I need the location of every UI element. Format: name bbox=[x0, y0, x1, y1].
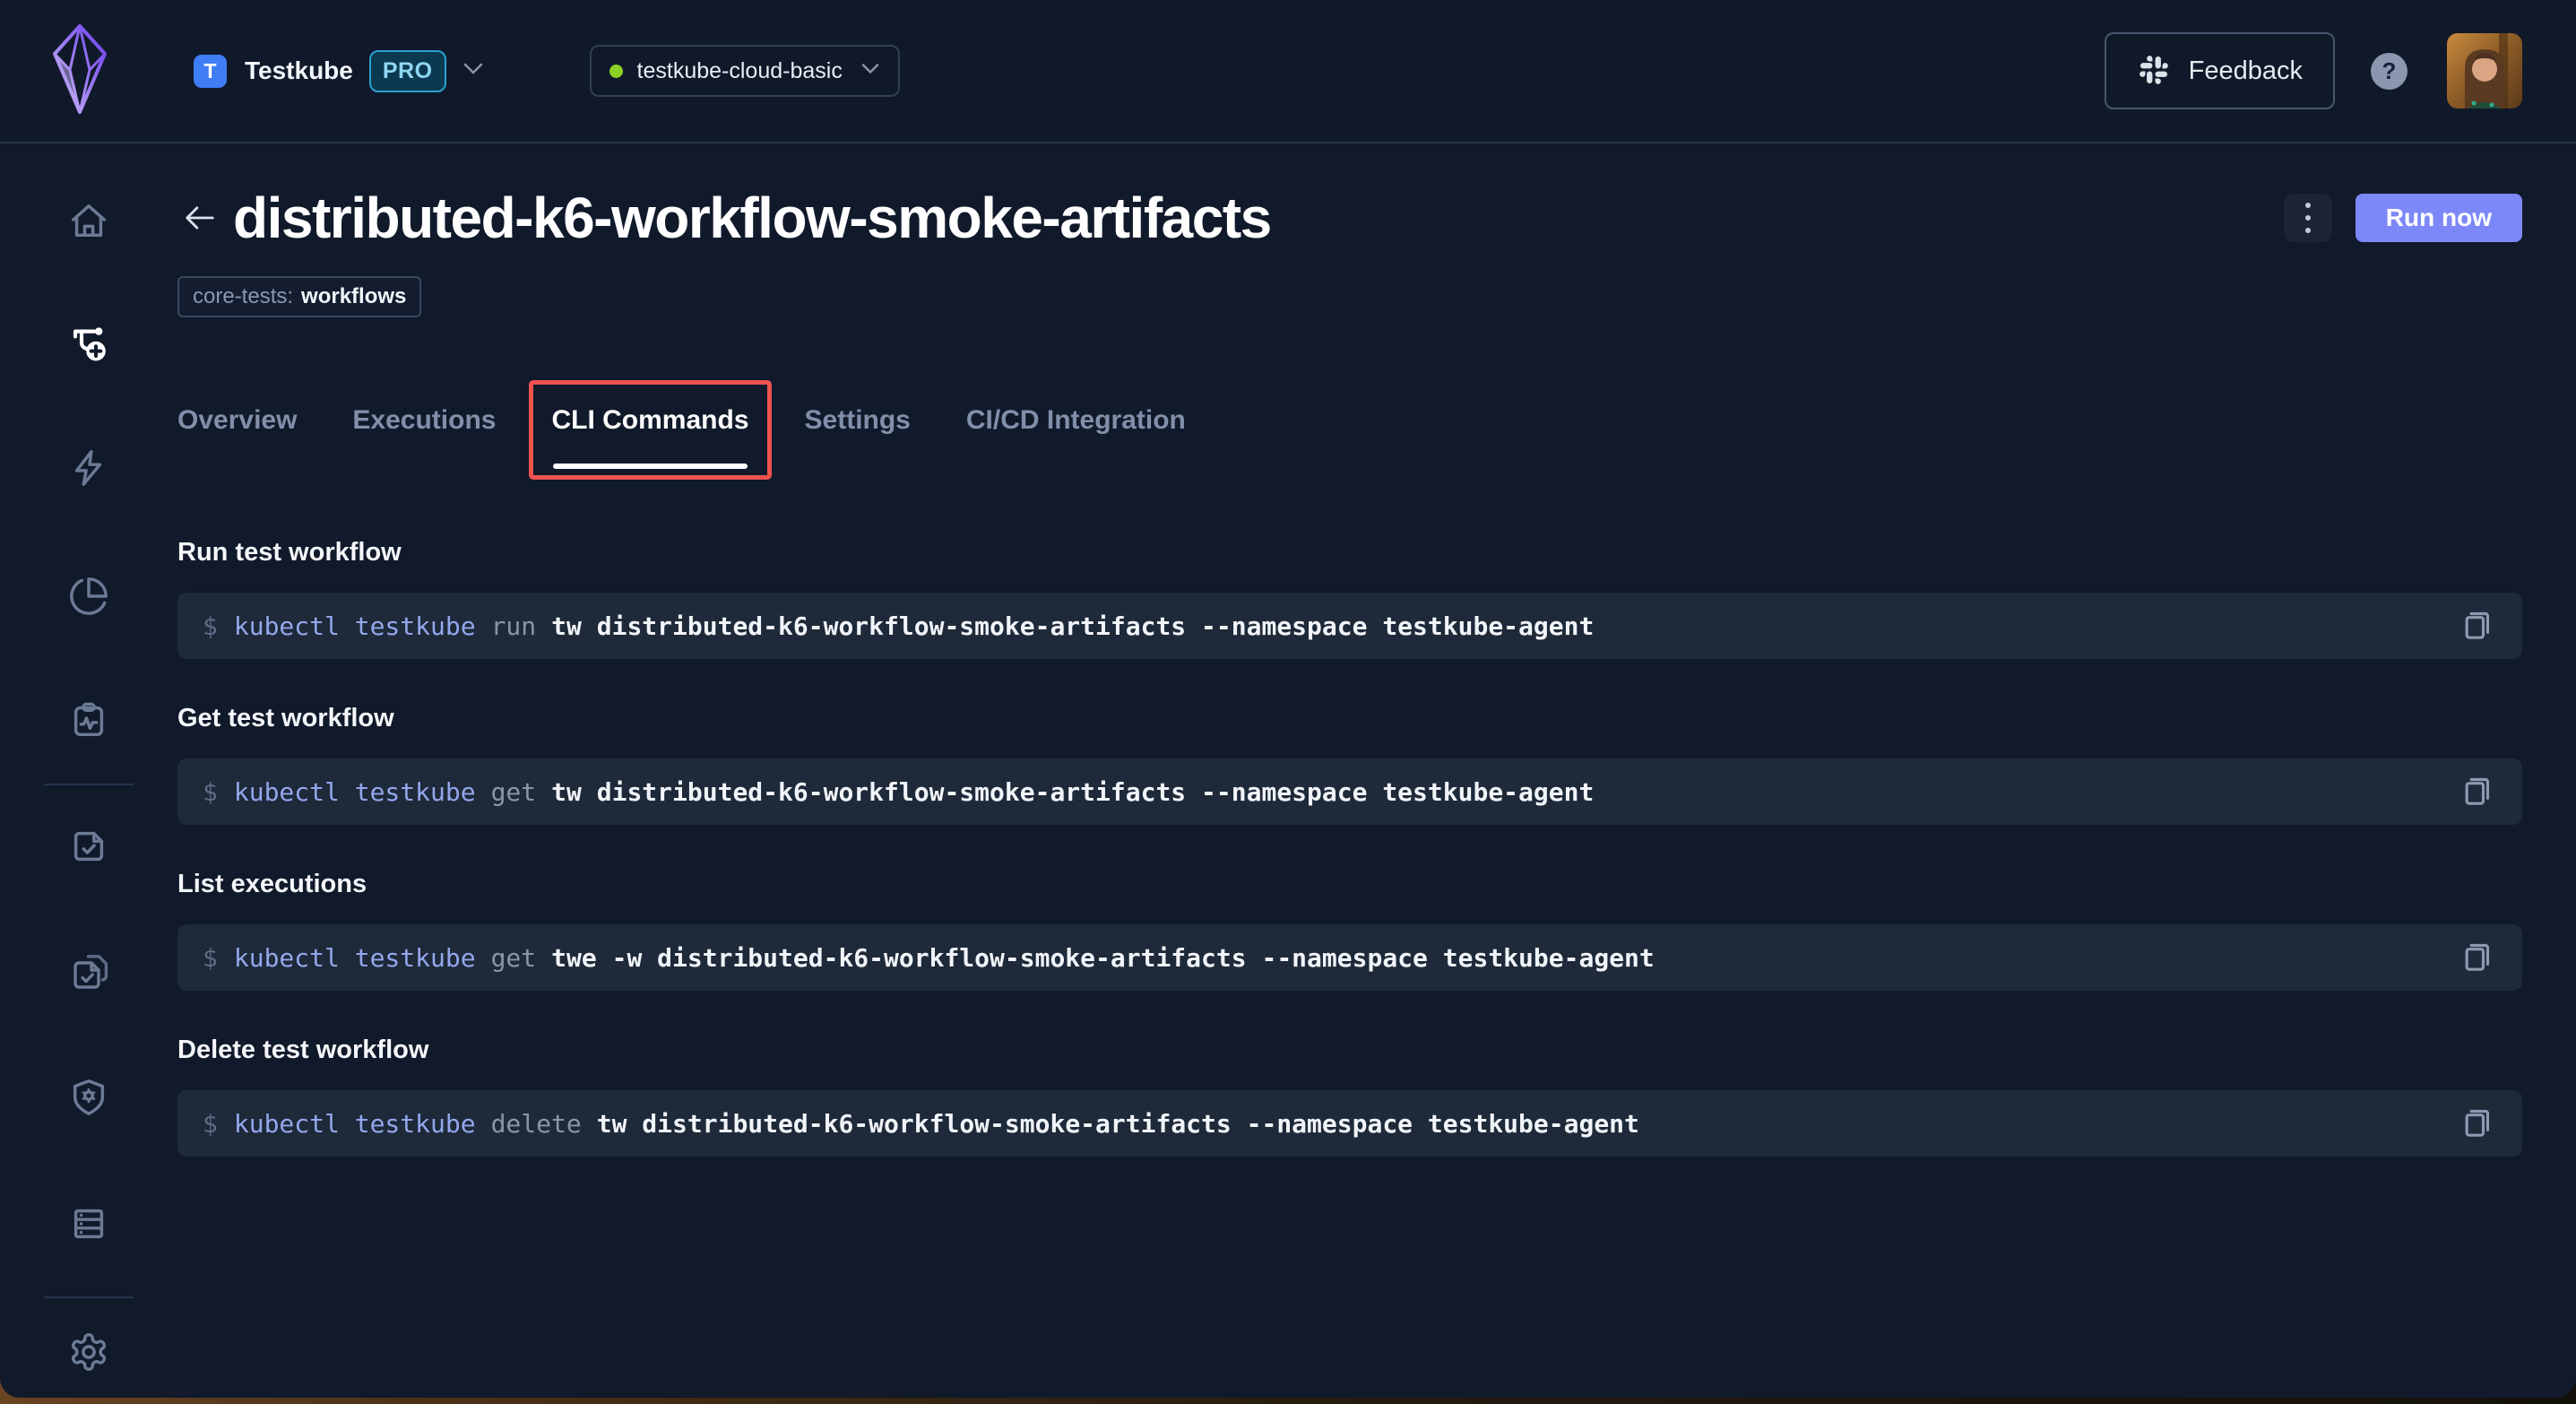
section-heading: Get test workflow bbox=[177, 704, 394, 732]
active-tab-underline bbox=[553, 464, 748, 469]
tab-settings[interactable]: Settings bbox=[805, 380, 911, 481]
org-switcher[interactable]: T Testkube PRO bbox=[194, 49, 484, 92]
tab-cli-commands[interactable]: CLI Commands bbox=[529, 380, 772, 481]
user-avatar[interactable] bbox=[2447, 33, 2522, 108]
sidebar-divider bbox=[44, 784, 134, 785]
sidebar-item-test-workflows[interactable] bbox=[64, 320, 114, 370]
copy-icon bbox=[2459, 773, 2494, 811]
code-block: $ kubectl testkube get tw distributed-k6… bbox=[177, 758, 2522, 825]
org-avatar: T bbox=[194, 54, 227, 88]
shell-prompt: $ bbox=[203, 611, 218, 641]
cmd-section-delete: Delete test workflow $ kubectl testkube … bbox=[177, 1036, 2522, 1157]
topbar: T Testkube PRO testkube-cloud-basic Feed… bbox=[0, 0, 2576, 143]
file-check-icon bbox=[68, 826, 109, 871]
tab-cli-commands-label: CLI Commands bbox=[551, 405, 749, 435]
environment-status-dot bbox=[609, 64, 623, 78]
sidebar-item-test-suites[interactable] bbox=[64, 949, 114, 1000]
command-args: twe -w distributed-k6-workflow-smoke-art… bbox=[551, 942, 1655, 973]
tab-bar: Overview Executions CLI Commands Setting… bbox=[177, 380, 2522, 481]
test-workflow-add-icon bbox=[67, 322, 110, 369]
sidebar-item-tests[interactable] bbox=[64, 823, 114, 873]
chevron-down-icon bbox=[462, 62, 484, 81]
files-check-icon bbox=[67, 951, 110, 999]
sidebar-item-triggers[interactable] bbox=[64, 445, 114, 495]
command-base: kubectl testkube bbox=[233, 611, 476, 641]
cli-commands-panel: Run test workflow $ kubectl testkube run… bbox=[177, 538, 2522, 1157]
section-heading: Run test workflow bbox=[177, 538, 402, 567]
main-content: distributed-k6-workflow-smoke-artifacts … bbox=[177, 143, 2576, 1396]
sidebar-divider bbox=[44, 1296, 134, 1298]
feedback-label: Feedback bbox=[2188, 56, 2303, 85]
cmd-section-list: List executions $ kubectl testkube get t… bbox=[177, 870, 2522, 991]
command-base: kubectl testkube bbox=[233, 1108, 476, 1139]
feedback-button[interactable]: Feedback bbox=[2104, 32, 2335, 109]
workflow-label-chip: core-tests: workflows bbox=[177, 276, 422, 317]
sidebar bbox=[0, 143, 177, 1396]
copy-button[interactable] bbox=[2456, 605, 2497, 646]
plan-badge: PRO bbox=[368, 49, 446, 92]
server-rack-icon bbox=[68, 1203, 109, 1249]
cmd-section-run: Run test workflow $ kubectl testkube run… bbox=[177, 538, 2522, 659]
copy-icon bbox=[2459, 607, 2494, 646]
copy-button[interactable] bbox=[2456, 937, 2497, 978]
command-args: tw distributed-k6-workflow-smoke-artifac… bbox=[596, 1108, 1639, 1139]
command-base: kubectl testkube bbox=[233, 942, 476, 973]
run-now-button[interactable]: Run now bbox=[2355, 194, 2522, 242]
label-key: core-tests: bbox=[193, 284, 294, 308]
org-name: Testkube bbox=[245, 56, 353, 84]
sidebar-item-webhooks[interactable] bbox=[64, 1074, 114, 1124]
sidebar-item-settings[interactable] bbox=[64, 1329, 114, 1379]
pie-chart-icon bbox=[68, 576, 109, 621]
shell-prompt: $ bbox=[203, 942, 218, 973]
command-verb: get bbox=[490, 942, 537, 973]
home-icon bbox=[68, 201, 109, 247]
copy-button[interactable] bbox=[2456, 771, 2497, 812]
command-verb: delete bbox=[490, 1108, 582, 1139]
testkube-logo-icon[interactable] bbox=[52, 23, 108, 119]
copy-button[interactable] bbox=[2456, 1103, 2497, 1144]
settings-gear-icon bbox=[68, 1331, 109, 1377]
environment-selector[interactable]: testkube-cloud-basic bbox=[589, 45, 900, 97]
shield-gear-icon bbox=[68, 1077, 109, 1122]
tab-executions[interactable]: Executions bbox=[352, 380, 496, 481]
sidebar-item-insights[interactable] bbox=[64, 573, 114, 623]
lightning-icon bbox=[68, 447, 109, 493]
command-args: tw distributed-k6-workflow-smoke-artifac… bbox=[551, 611, 1595, 641]
app-window: T Testkube PRO testkube-cloud-basic Feed… bbox=[0, 0, 2576, 1398]
tab-overview[interactable]: Overview bbox=[177, 380, 297, 481]
tab-cicd-integration[interactable]: CI/CD Integration bbox=[966, 380, 1186, 481]
sidebar-item-status[interactable] bbox=[64, 697, 114, 747]
environment-name: testkube-cloud-basic bbox=[636, 57, 843, 83]
shell-prompt: $ bbox=[203, 1108, 218, 1139]
command-base: kubectl testkube bbox=[233, 776, 476, 807]
code-block: $ kubectl testkube delete tw distributed… bbox=[177, 1090, 2522, 1157]
command-verb: get bbox=[490, 776, 537, 807]
shell-prompt: $ bbox=[203, 776, 218, 807]
section-heading: List executions bbox=[177, 870, 367, 898]
section-heading: Delete test workflow bbox=[177, 1036, 429, 1064]
command-verb: run bbox=[490, 611, 537, 641]
slack-icon bbox=[2137, 53, 2171, 90]
help-button[interactable]: ? bbox=[2371, 52, 2407, 90]
cmd-section-get: Get test workflow $ kubectl testkube get… bbox=[177, 704, 2522, 825]
copy-icon bbox=[2459, 939, 2494, 977]
copy-icon bbox=[2459, 1105, 2494, 1143]
sidebar-item-sources[interactable] bbox=[64, 1200, 114, 1251]
chevron-down-icon bbox=[860, 63, 880, 80]
code-block: $ kubectl testkube get twe -w distribute… bbox=[177, 924, 2522, 991]
clipboard-pulse-icon bbox=[68, 699, 109, 745]
back-button[interactable] bbox=[177, 193, 222, 243]
more-actions-button[interactable] bbox=[2283, 194, 2332, 242]
sidebar-item-home[interactable] bbox=[64, 198, 114, 248]
command-args: tw distributed-k6-workflow-smoke-artifac… bbox=[551, 776, 1595, 807]
label-value: workflows bbox=[301, 284, 407, 308]
page-title: distributed-k6-workflow-smoke-artifacts bbox=[233, 186, 1272, 250]
code-block: $ kubectl testkube run tw distributed-k6… bbox=[177, 593, 2522, 659]
